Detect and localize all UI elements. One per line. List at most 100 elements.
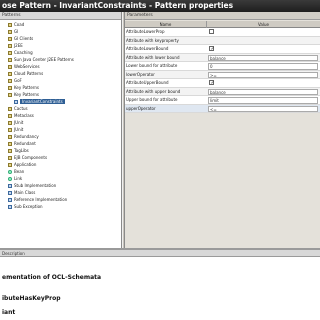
table-row[interactable]: Attribute with upper bound balance (125, 87, 320, 96)
param-value-field[interactable]: 0 (208, 63, 318, 70)
object-icon (8, 169, 12, 174)
column-header-value[interactable]: Value (207, 21, 320, 28)
class-icon (8, 197, 12, 202)
tree-item-label: Reference Implementation (14, 197, 68, 202)
tree-item[interactable]: Main Class (0, 189, 120, 196)
param-name: Attribute with lower bound (126, 54, 180, 60)
tree-item[interactable]: Reference Implementation (0, 196, 120, 203)
folder-icon (8, 43, 12, 48)
table-row[interactable]: Upper bound for attribute limit (125, 96, 320, 105)
table-row[interactable]: AttributeLowerBound (125, 45, 320, 54)
param-value-field[interactable] (208, 38, 318, 45)
param-checkbox[interactable] (208, 80, 318, 87)
param-name: Lower bound for attribute (126, 63, 178, 68)
tree-item[interactable]: J2EE (0, 42, 120, 49)
checkbox[interactable] (209, 29, 214, 34)
tree-item-label: Key Patterns (14, 85, 39, 90)
tree-item-label: InvariantConstraints (20, 99, 65, 104)
folder-icon (8, 78, 12, 83)
tree-item[interactable]: Coaching (0, 49, 120, 56)
tree-item[interactable]: TagLibs (0, 147, 120, 154)
param-name: AttributeUpperBound (126, 80, 169, 85)
table-row[interactable]: upperOperator <= (125, 104, 320, 113)
param-name: lowerOperator (126, 71, 155, 77)
param-value-field[interactable]: limit (208, 97, 318, 104)
param-value-field[interactable]: <= (208, 105, 318, 112)
folder-icon (8, 106, 12, 111)
table-row[interactable]: AttributeUpperBound (125, 79, 320, 88)
tree-item[interactable]: Metaclass (0, 112, 120, 119)
parameters-panel: Parameters Name Value AttributeLowerProp… (125, 12, 320, 248)
class-icon (14, 99, 18, 104)
tree-item[interactable]: InvariantConstraints (0, 98, 120, 105)
table-row[interactable]: Attribute with lower bound balance (125, 53, 320, 62)
folder-icon (8, 29, 12, 34)
description-header: Description (0, 250, 320, 257)
tree-header: Patterns (0, 12, 121, 20)
parameters-rows: AttributeLowerProp Attribute with keyprop… (125, 28, 320, 113)
folder-icon (8, 134, 12, 139)
tree-item[interactable]: GI Clients (0, 35, 120, 42)
tree-item[interactable]: JUnit (0, 126, 120, 133)
param-value-field[interactable]: >= (208, 71, 318, 78)
tree-item-label: Main Class (14, 190, 36, 195)
param-checkbox[interactable] (208, 46, 318, 53)
tree-item[interactable]: Key Patterns (0, 91, 120, 98)
tree-item-label: WebServices (14, 64, 40, 69)
checkbox[interactable] (209, 46, 215, 52)
param-name: Attribute with upper bound (126, 88, 181, 94)
tree-item-label: Redundancy (14, 134, 39, 139)
tree-item[interactable]: Cloud Patterns (0, 70, 120, 77)
folder-icon (8, 36, 12, 41)
table-row[interactable]: lowerOperator >= (125, 70, 320, 79)
folder-icon (8, 71, 12, 76)
tree-item-label: JUnit (14, 127, 24, 132)
tree-item-label: Cloud Patterns (14, 71, 44, 76)
param-checkbox[interactable] (208, 29, 318, 36)
table-row[interactable]: AttributeLowerProp (125, 28, 320, 37)
tree-item[interactable]: Cactus (0, 105, 120, 112)
tree-item[interactable]: Application (0, 161, 120, 168)
tree-item-label: Bean (14, 169, 25, 174)
tree-item[interactable]: Redundancy (0, 133, 120, 140)
tree-item-label: Coad (14, 22, 25, 27)
tree-item[interactable]: WebServices (0, 63, 120, 70)
tree-item[interactable]: Link (0, 175, 120, 182)
param-name: AttributeLowerProp (126, 29, 165, 34)
param-value-field[interactable]: balance (208, 88, 318, 95)
param-value-field[interactable]: balance (208, 54, 318, 61)
tree-item[interactable]: Redundant (0, 140, 120, 147)
tree-item-label: Key Patterns (14, 92, 39, 97)
tree-item-label: J2EE (14, 43, 23, 48)
tree-item[interactable]: GI (0, 28, 120, 35)
tree-item[interactable]: Stub Implementation (0, 182, 120, 189)
tree-item[interactable]: EJB Components (0, 154, 120, 161)
description-panel: Description ementation of OCL-Schemata i… (0, 248, 320, 320)
column-header-name[interactable]: Name (125, 21, 207, 28)
tree-item[interactable]: JUnit (0, 119, 120, 126)
class-icon (8, 183, 12, 188)
table-header: Name Value (125, 21, 320, 28)
folder-icon (8, 148, 12, 153)
folder-icon (8, 155, 12, 160)
folder-icon (8, 64, 12, 69)
tree-item[interactable]: Sub Exception (0, 203, 120, 210)
folder-icon (8, 50, 12, 55)
tree-item[interactable]: Sun Java Center J2EE Patterns (0, 56, 120, 63)
checkbox[interactable] (209, 80, 215, 86)
folder-icon (8, 113, 12, 118)
object-icon (8, 176, 12, 181)
table-row[interactable]: Lower bound for attribute 0 (125, 62, 320, 71)
description-line-3: iant (2, 309, 16, 316)
tree-item[interactable]: Coad (0, 21, 120, 28)
tree-item[interactable]: Bean (0, 168, 120, 175)
tree-item-label: Stub Implementation (14, 183, 57, 188)
folder-icon (8, 162, 12, 167)
table-row[interactable]: Attribute with keyproperty (125, 36, 320, 45)
description-line-2: ibuteHasKeyProp (2, 295, 61, 302)
folder-icon (8, 141, 12, 146)
tree-item[interactable]: Key Patterns (0, 84, 120, 91)
tree-item-label: Application (14, 162, 37, 167)
class-icon (8, 204, 12, 209)
tree-item[interactable]: GoF (0, 77, 120, 84)
